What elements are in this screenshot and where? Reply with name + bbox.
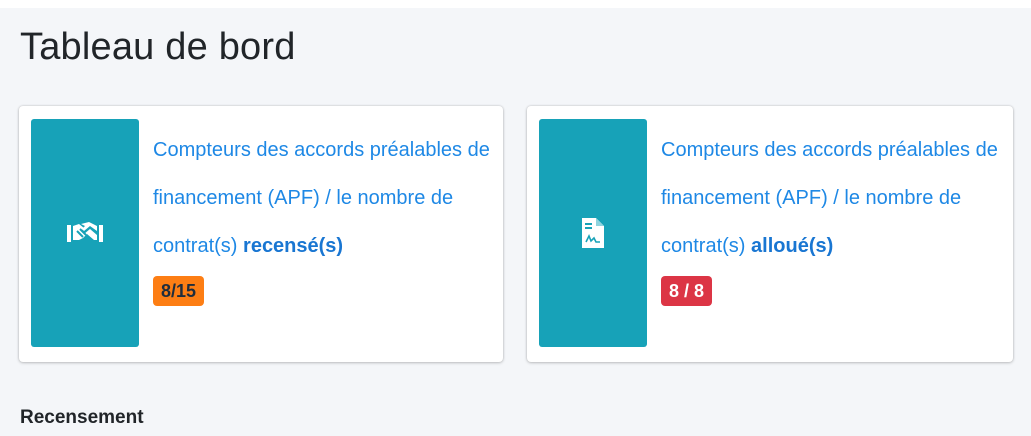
handshake-icon	[67, 219, 103, 247]
page-title: Tableau de bord	[20, 26, 296, 68]
info-box-icon-area	[31, 119, 139, 347]
info-box-icon-area	[539, 119, 647, 347]
info-box-content: Compteurs des accords préalables de fina…	[661, 126, 1001, 306]
info-box-apf-allouees: Compteurs des accords préalables de fina…	[527, 106, 1013, 362]
apf-recensees-link[interactable]: Compteurs des accords préalables de fina…	[153, 139, 490, 257]
info-box-content: Compteurs des accords préalables de fina…	[153, 126, 493, 306]
file-contract-icon	[582, 218, 604, 248]
card-emphasis: recensé(s)	[243, 235, 344, 257]
section-title-recensement: Recensement	[20, 407, 144, 428]
count-badge: 8/15	[153, 276, 205, 306]
info-box-apf-recensees: Compteurs des accords préalables de fina…	[19, 106, 503, 362]
content-wrapper: Tableau de bord Compteurs des accords pr…	[0, 8, 1031, 436]
apf-allouees-link[interactable]: Compteurs des accords préalables de fina…	[661, 139, 998, 257]
card-emphasis: alloué(s)	[751, 235, 834, 257]
count-badge: 8 / 8	[661, 276, 713, 306]
